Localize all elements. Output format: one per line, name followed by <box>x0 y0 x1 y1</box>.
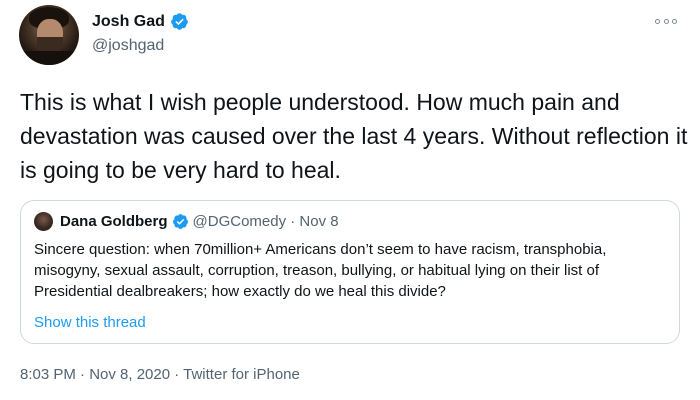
quoted-tweet-header: Dana Goldberg @DGComedy · Nov 8 <box>34 212 339 231</box>
verified-badge-icon <box>172 213 189 230</box>
author-avatar[interactable] <box>19 5 79 65</box>
tweet-timestamp[interactable]: 8:03 PM · Nov 8, 2020 · Twitter for iPho… <box>20 366 300 383</box>
quoted-author-name: Dana Goldberg <box>60 213 168 230</box>
tweet-card: Josh Gad @joshgad This is what I wish pe… <box>0 0 700 400</box>
verified-badge-icon <box>170 12 189 31</box>
quoted-tweet[interactable]: Dana Goldberg @DGComedy · Nov 8 Sincere … <box>20 200 680 344</box>
quoted-author-avatar <box>34 212 53 231</box>
tweet-text: This is what I wish people understood. H… <box>20 89 688 183</box>
more-dot <box>672 18 677 24</box>
author-handle[interactable]: @joshgad <box>92 37 164 55</box>
more-dot <box>663 18 669 24</box>
avatar-shirt <box>19 51 79 65</box>
quoted-tweet-text: Sincere question: when 70million+ Americ… <box>34 241 607 300</box>
more-dot <box>655 18 660 24</box>
more-options-icon[interactable] <box>655 14 677 28</box>
author-name-row: Josh Gad <box>92 12 189 31</box>
author-display-name[interactable]: Josh Gad <box>92 13 165 31</box>
quoted-author-handle-date: @DGComedy · Nov 8 <box>192 213 339 230</box>
show-thread-link[interactable]: Show this thread <box>34 314 146 331</box>
